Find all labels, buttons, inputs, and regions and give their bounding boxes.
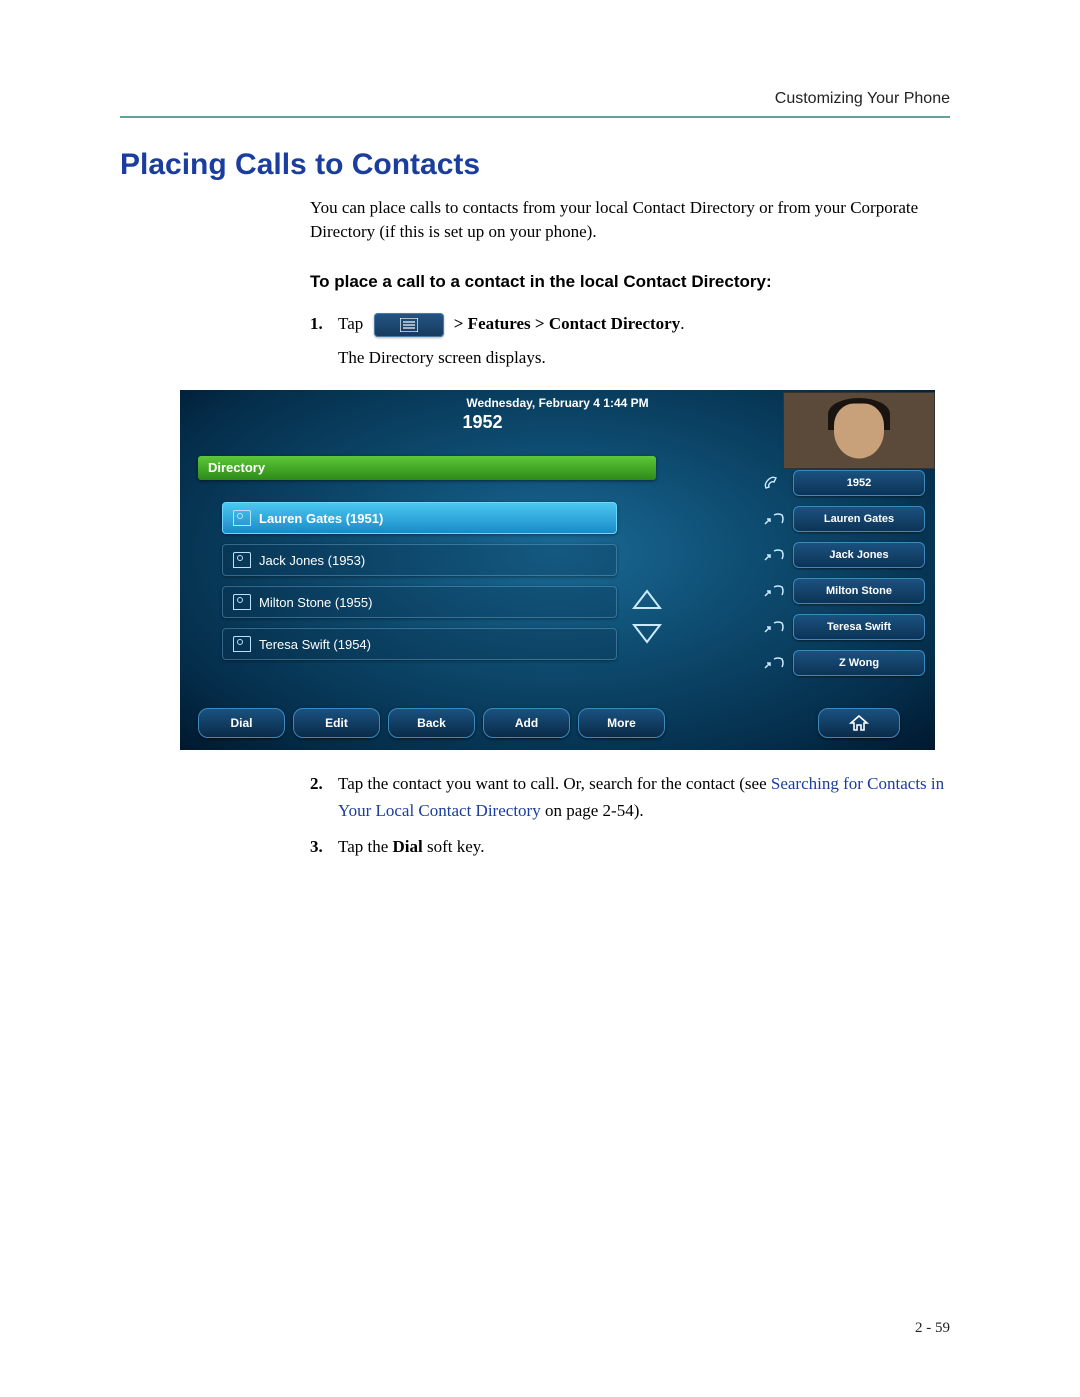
- procedure-heading: To place a call to a contact in the loca…: [310, 272, 950, 292]
- intro-paragraph: You can place calls to contacts from you…: [310, 196, 950, 244]
- contact-label: Milton Stone (1955): [259, 595, 372, 610]
- contact-row[interactable]: Milton Stone (1955): [222, 586, 617, 618]
- call-icon: [762, 546, 784, 564]
- contact-card-icon: [233, 594, 251, 610]
- scroll-up-button[interactable]: [628, 585, 666, 615]
- speed-dial-button[interactable]: 1952: [793, 470, 925, 496]
- scroll-down-button[interactable]: [628, 618, 666, 648]
- speed-dial-button[interactable]: Milton Stone: [793, 578, 925, 604]
- step-1-result: The Directory screen displays.: [338, 345, 950, 371]
- contact-label: Lauren Gates (1951): [259, 511, 383, 526]
- contact-card-icon: [233, 552, 251, 568]
- step-number: 1.: [310, 310, 323, 337]
- directory-header[interactable]: Directory: [198, 456, 656, 480]
- speed-dial-button[interactable]: Lauren Gates: [793, 506, 925, 532]
- speed-dial-button[interactable]: Teresa Swift: [793, 614, 925, 640]
- contact-label: Jack Jones (1953): [259, 553, 365, 568]
- call-icon: [762, 654, 784, 672]
- page-number: 2 - 59: [915, 1320, 950, 1337]
- contact-card-icon: [233, 636, 251, 652]
- home-icon: [849, 714, 869, 732]
- menu-icon: [374, 313, 444, 337]
- header-rule: [120, 116, 950, 118]
- speed-dial-button[interactable]: Z Wong: [793, 650, 925, 676]
- call-icon: [762, 510, 784, 528]
- softkey-more[interactable]: More: [578, 708, 665, 738]
- softkey-back[interactable]: Back: [388, 708, 475, 738]
- speed-dial-button[interactable]: Jack Jones: [793, 542, 925, 568]
- section-title: Placing Calls to Contacts: [120, 148, 950, 182]
- step-number: 2.: [310, 770, 323, 797]
- softkey-bar: Dial Edit Back Add More: [198, 708, 665, 738]
- phone-extension: 1952: [180, 412, 785, 433]
- contact-row[interactable]: Teresa Swift (1954): [222, 628, 617, 660]
- softkey-add[interactable]: Add: [483, 708, 570, 738]
- contact-label: Teresa Swift (1954): [259, 637, 371, 652]
- step-3: 3. Tap the Dial soft key.: [310, 833, 950, 860]
- step-number: 3.: [310, 833, 323, 860]
- contact-row[interactable]: Jack Jones (1953): [222, 544, 617, 576]
- contact-card-icon: [233, 510, 251, 526]
- home-button[interactable]: [818, 708, 900, 738]
- step-2: 2. Tap the contact you want to call. Or,…: [310, 770, 950, 824]
- call-icon: [762, 618, 784, 636]
- softkey-edit[interactable]: Edit: [293, 708, 380, 738]
- step-1: 1. Tap > Features > Contact Directory.: [310, 310, 950, 337]
- page-header-section: Customizing Your Phone: [120, 90, 950, 108]
- step-1-pre: Tap: [338, 314, 363, 333]
- self-view-video: [783, 392, 935, 469]
- phone-screenshot: Wednesday, February 4 1:44 PM 1952 Direc…: [180, 390, 935, 750]
- handset-icon: [762, 474, 784, 492]
- softkey-dial[interactable]: Dial: [198, 708, 285, 738]
- step-1-menu-path: > Features > Contact Directory: [454, 314, 680, 333]
- contact-row[interactable]: Lauren Gates (1951): [222, 502, 617, 534]
- call-icon: [762, 582, 784, 600]
